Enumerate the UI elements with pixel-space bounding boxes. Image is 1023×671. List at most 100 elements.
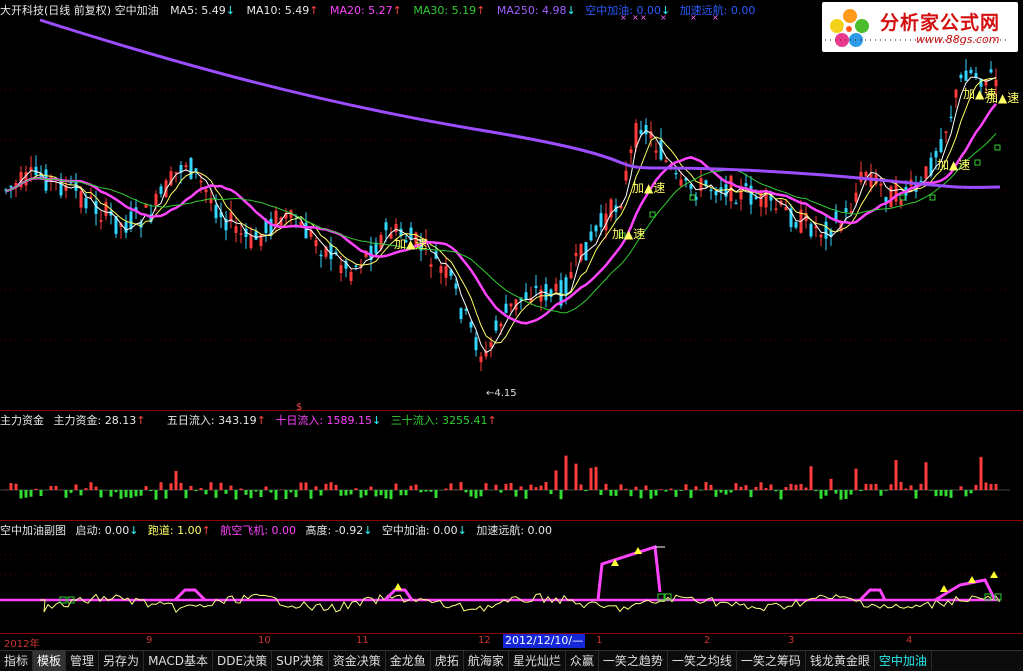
tab-0[interactable]: 指标 <box>0 651 33 671</box>
candle-body <box>205 189 208 192</box>
triangle-marker <box>990 571 998 578</box>
tab-11[interactable]: 星光灿烂 <box>509 651 566 671</box>
axis-month: 1 <box>596 635 602 646</box>
axis-month: 9 <box>146 635 152 646</box>
fund-bar <box>185 490 188 498</box>
candle-body <box>960 75 963 78</box>
fund-bar <box>110 490 113 497</box>
tab-15[interactable]: 一笑之筹码 <box>737 651 806 671</box>
candle-body <box>775 208 778 210</box>
tab-2[interactable]: 管理 <box>66 651 99 671</box>
fund-bar <box>695 486 698 490</box>
fund-bar <box>300 482 303 490</box>
tab-14[interactable]: 一笑之均线 <box>668 651 737 671</box>
candle-body <box>880 184 883 186</box>
candle-body <box>735 203 738 205</box>
tab-13[interactable]: 一笑之趋势 <box>599 651 668 671</box>
candle-body <box>845 208 848 212</box>
fund-bar <box>575 464 578 490</box>
fund-bar <box>525 490 528 499</box>
candle-body <box>655 150 658 152</box>
candle-body <box>100 220 103 222</box>
fund-bar <box>295 490 298 497</box>
fund-bars <box>0 456 1010 500</box>
fund-bar <box>590 468 593 490</box>
triangle-marker <box>394 583 402 590</box>
fund-bar <box>150 490 153 491</box>
tab-9[interactable]: 虎拓 <box>431 651 464 671</box>
fund-bar <box>195 490 198 491</box>
fund-bar <box>530 485 533 490</box>
signal-markers: ×××××× <box>620 13 1000 238</box>
candle-body <box>630 149 633 153</box>
candle-body <box>665 160 668 162</box>
fund-bar <box>625 489 628 490</box>
candle-body <box>125 222 128 233</box>
fund-bar <box>925 462 928 490</box>
fund-bar <box>545 482 548 490</box>
fund-bar <box>810 466 813 490</box>
candle-body <box>810 224 813 237</box>
fund-bar <box>170 483 173 490</box>
candle-body <box>255 231 258 240</box>
candle-body <box>920 181 923 183</box>
fund-bar <box>990 484 993 490</box>
fund-bar <box>420 490 423 492</box>
axis-month: 4 <box>906 635 912 646</box>
fund-bar <box>700 490 703 491</box>
candle-body <box>940 139 943 152</box>
fund-bar <box>820 490 823 499</box>
fund-bar <box>640 490 643 498</box>
tab-16[interactable]: 钱龙黄金眼 <box>806 651 875 671</box>
fund-bar <box>220 483 223 490</box>
candle-body <box>760 192 763 207</box>
tab-4[interactable]: MACD基本 <box>144 651 213 671</box>
tab-8[interactable]: 金龙鱼 <box>386 651 431 671</box>
tab-17[interactable]: 空中加油 <box>875 651 932 671</box>
fund-bar <box>760 482 763 490</box>
fund-bar <box>505 484 508 490</box>
candle-body <box>680 180 683 186</box>
tab-5[interactable]: DDE决策 <box>213 651 272 671</box>
fund-bar <box>805 488 808 490</box>
fund-bar <box>15 484 18 490</box>
fund-bar <box>65 490 68 498</box>
fund-bar <box>620 484 623 490</box>
fund-bar <box>510 483 513 490</box>
fund-bar <box>905 489 908 490</box>
price-chart-canvas[interactable]: ×××××× ←4.15 $ 加▲速 加▲速 加▲速 加▲速 加▲速 加▲速 <box>0 0 1023 633</box>
fund-bar <box>850 490 853 495</box>
fund-bar <box>85 488 88 490</box>
candle-body <box>385 222 388 230</box>
tab-7[interactable]: 资金决策 <box>329 651 386 671</box>
candle-body <box>475 337 478 350</box>
candle-body <box>625 171 628 181</box>
fund-bar <box>430 490 433 492</box>
fund-bar <box>475 490 478 498</box>
fund-bar <box>385 490 388 498</box>
candle-body <box>495 320 498 330</box>
tab-6[interactable]: SUP决策 <box>272 651 329 671</box>
fund-bar <box>435 490 438 498</box>
tab-3[interactable]: 另存为 <box>99 651 144 671</box>
fund-bar <box>350 490 353 494</box>
fund-bar <box>840 490 843 500</box>
candle-body <box>785 207 788 210</box>
tab-10[interactable]: 航海家 <box>464 651 509 671</box>
fund-bar <box>240 489 243 490</box>
tab-1[interactable]: 模板 <box>33 651 66 671</box>
fund-bar <box>480 490 483 496</box>
fund-bar <box>75 484 78 490</box>
candle-body <box>965 71 968 81</box>
fund-bar <box>355 488 358 490</box>
candle-body <box>305 223 308 239</box>
fund-bar <box>535 487 538 490</box>
tab-12[interactable]: 众赢 <box>566 651 599 671</box>
candle-body <box>865 172 868 176</box>
candle-body <box>240 233 243 235</box>
fund-bar <box>500 490 503 493</box>
fund-bar <box>650 490 653 499</box>
candle-body <box>570 272 573 278</box>
fund-bar <box>365 490 368 495</box>
fund-bar <box>320 490 323 495</box>
